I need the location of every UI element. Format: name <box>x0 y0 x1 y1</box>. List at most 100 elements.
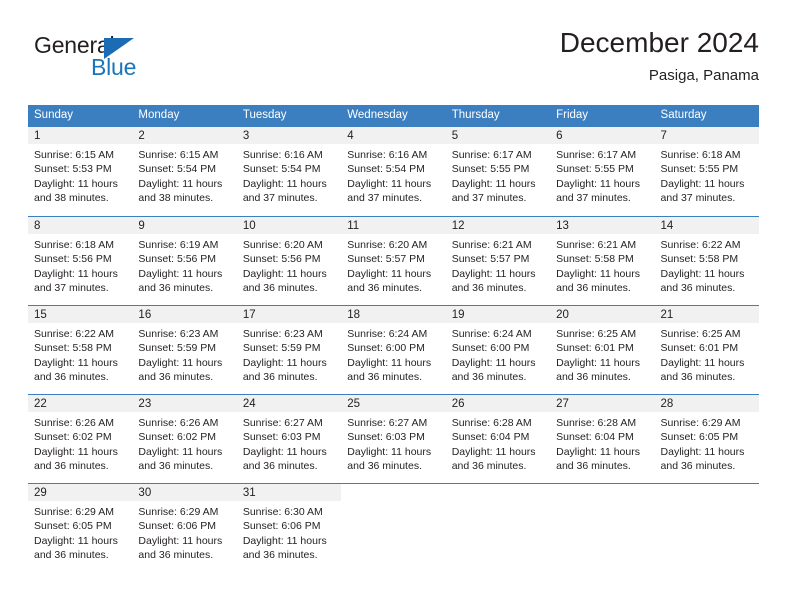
day-sunset-text: Sunset: 5:56 PM <box>138 253 217 266</box>
day-daylight-1-text: Daylight: 11 hours <box>34 177 118 190</box>
day-sunset-text: Sunset: 5:56 PM <box>34 253 112 266</box>
day-cell-2[interactable]: 2 Sunrise: 6:15 AM Sunset: 5:54 PM Daylight… <box>132 127 237 216</box>
day-number: 3 <box>236 127 342 144</box>
day-cell-29[interactable]: 29 Sunrise: 6:29 AM Sunset: 6:05 PM Dayligh… <box>28 484 133 572</box>
day-cell-13[interactable]: 13 Sunrise: 6:21 AM Sunset: 5:58 PM Dayligh… <box>550 217 655 305</box>
day-sun-info: Sunrise: 6:29 AM Sunset: 6:05 PM Daylight:… <box>28 501 132 563</box>
day-sunset-text: Sunset: 5:55 PM <box>660 163 739 176</box>
day-cell-26[interactable]: 26 Sunrise: 6:28 AM Sunset: 6:04 PM Dayligh… <box>445 395 551 483</box>
day-number: 7 <box>654 127 759 144</box>
day-sunrise-text: Sunrise: 6:19 AM <box>138 239 219 251</box>
day-sunrise-text: Sunrise: 6:21 AM <box>451 239 532 251</box>
day-sunset-text: Sunset: 5:57 PM <box>347 253 425 266</box>
weekday-header-saturday: Saturday <box>660 109 707 121</box>
day-cell-22[interactable]: 22 Sunrise: 6:26 AM Sunset: 6:02 PM Dayligh… <box>28 395 133 483</box>
day-daylight-1-text: Daylight: 11 hours <box>347 267 432 280</box>
weekday-header-monday: Monday <box>138 109 180 121</box>
day-daylight-2-text: and 37 minutes. <box>347 192 422 205</box>
day-sun-info: Sunrise: 6:26 AM Sunset: 6:02 PM Daylight:… <box>28 412 132 474</box>
day-cell-28[interactable]: 28 Sunrise: 6:29 AM Sunset: 6:05 PM Dayligh… <box>654 395 759 483</box>
day-daylight-2-text: and 36 minutes. <box>660 282 736 295</box>
day-daylight-1-text: Daylight: 11 hours <box>34 534 118 547</box>
day-cell-17[interactable]: 17 Sunrise: 6:23 AM Sunset: 5:59 PM Dayligh… <box>236 306 342 394</box>
day-daylight-1-text: Daylight: 11 hours <box>347 177 432 190</box>
day-number <box>341 484 445 501</box>
day-sunset-text: Sunset: 6:06 PM <box>138 520 217 533</box>
day-cell-25[interactable]: 25 Sunrise: 6:27 AM Sunset: 6:03 PM Dayligh… <box>341 395 446 483</box>
day-sun-info: Sunrise: 6:22 AM Sunset: 5:58 PM Daylight:… <box>28 323 132 385</box>
day-sunrise-text: Sunrise: 6:22 AM <box>660 239 741 251</box>
day-daylight-1-text: Daylight: 11 hours <box>242 177 327 190</box>
day-number <box>550 484 654 501</box>
day-sunset-text: Sunset: 5:58 PM <box>556 253 634 266</box>
day-daylight-1-text: Daylight: 11 hours <box>138 177 223 190</box>
day-number: 12 <box>445 217 551 234</box>
day-sunset-text: Sunset: 5:58 PM <box>660 253 739 266</box>
day-sunset-text: Sunset: 5:59 PM <box>242 342 321 355</box>
day-daylight-1-text: Daylight: 11 hours <box>138 356 223 369</box>
day-cell-19[interactable]: 19 Sunrise: 6:24 AM Sunset: 6:00 PM Dayligh… <box>445 306 551 394</box>
day-sun-info: Sunrise: 6:24 AM Sunset: 6:00 PM Daylight:… <box>341 323 445 385</box>
day-cell-15[interactable]: 15 Sunrise: 6:22 AM Sunset: 5:58 PM Dayligh… <box>28 306 133 394</box>
day-cell-31[interactable]: 31 Sunrise: 6:30 AM Sunset: 6:06 PM Dayligh… <box>236 484 342 572</box>
day-sunrise-text: Sunrise: 6:22 AM <box>34 328 114 340</box>
day-sunrise-text: Sunrise: 6:29 AM <box>138 506 219 518</box>
calendar-week-row: 8 Sunrise: 6:18 AM Sunset: 5:56 PM Daylight… <box>28 216 759 305</box>
calendar-week-row: 29 Sunrise: 6:29 AM Sunset: 6:05 PM Dayligh… <box>28 483 759 572</box>
day-sun-info: Sunrise: 6:16 AM Sunset: 5:54 PM Daylight:… <box>341 144 445 206</box>
day-sunrise-text: Sunrise: 6:16 AM <box>242 149 323 161</box>
day-cell-14[interactable]: 14 Sunrise: 6:22 AM Sunset: 5:58 PM Dayligh… <box>654 217 759 305</box>
day-number: 22 <box>28 395 133 412</box>
day-number: 31 <box>236 484 342 501</box>
day-sunset-text: Sunset: 6:05 PM <box>34 520 112 533</box>
day-daylight-2-text: and 36 minutes. <box>242 282 318 295</box>
day-cell-30[interactable]: 30 Sunrise: 6:29 AM Sunset: 6:06 PM Dayligh… <box>132 484 237 572</box>
day-cell-empty <box>550 484 654 572</box>
day-daylight-2-text: and 36 minutes. <box>347 282 422 295</box>
day-daylight-2-text: and 36 minutes. <box>556 371 631 384</box>
day-sunset-text: Sunset: 6:04 PM <box>556 431 634 444</box>
day-sunrise-text: Sunrise: 6:20 AM <box>242 239 323 251</box>
day-number: 15 <box>28 306 133 323</box>
day-cell-18[interactable]: 18 Sunrise: 6:24 AM Sunset: 6:00 PM Dayligh… <box>341 306 446 394</box>
day-daylight-2-text: and 36 minutes. <box>242 371 318 384</box>
day-daylight-2-text: and 37 minutes. <box>34 282 109 295</box>
day-cell-3[interactable]: 3 Sunrise: 6:16 AM Sunset: 5:54 PM Daylight… <box>236 127 342 216</box>
day-daylight-1-text: Daylight: 11 hours <box>242 356 327 369</box>
day-cell-6[interactable]: 6 Sunrise: 6:17 AM Sunset: 5:55 PM Daylight… <box>550 127 655 216</box>
day-cell-16[interactable]: 16 Sunrise: 6:23 AM Sunset: 5:59 PM Dayligh… <box>132 306 237 394</box>
day-daylight-2-text: and 36 minutes. <box>138 371 214 384</box>
day-sunset-text: Sunset: 6:02 PM <box>34 431 112 444</box>
day-daylight-2-text: and 36 minutes. <box>660 460 736 473</box>
day-cell-20[interactable]: 20 Sunrise: 6:25 AM Sunset: 6:01 PM Dayligh… <box>550 306 655 394</box>
day-cell-10[interactable]: 10 Sunrise: 6:20 AM Sunset: 5:56 PM Dayligh… <box>236 217 342 305</box>
day-daylight-1-text: Daylight: 11 hours <box>451 177 536 190</box>
day-daylight-2-text: and 38 minutes. <box>138 192 214 205</box>
day-number: 21 <box>654 306 759 323</box>
day-number: 9 <box>132 217 237 234</box>
day-cell-empty <box>446 484 550 572</box>
day-cell-11[interactable]: 11 Sunrise: 6:20 AM Sunset: 5:57 PM Dayligh… <box>341 217 446 305</box>
day-daylight-2-text: and 36 minutes. <box>242 549 318 562</box>
day-daylight-1-text: Daylight: 11 hours <box>347 356 432 369</box>
day-cell-23[interactable]: 23 Sunrise: 6:26 AM Sunset: 6:02 PM Dayligh… <box>132 395 237 483</box>
day-cell-5[interactable]: 5 Sunrise: 6:17 AM Sunset: 5:55 PM Daylight… <box>445 127 551 216</box>
day-cell-21[interactable]: 21 Sunrise: 6:25 AM Sunset: 6:01 PM Dayligh… <box>654 306 759 394</box>
day-sunrise-text: Sunrise: 6:21 AM <box>556 239 637 251</box>
weekday-header-row: Sunday Monday Tuesday Wednesday Thursday Frid… <box>28 105 759 127</box>
day-cell-12[interactable]: 12 Sunrise: 6:21 AM Sunset: 5:57 PM Dayligh… <box>445 217 551 305</box>
day-sunset-text: Sunset: 5:58 PM <box>34 342 112 355</box>
day-cell-1[interactable]: 1 Sunrise: 6:15 AM Sunset: 5:53 PM Daylight… <box>28 127 133 216</box>
general-blue-logo[interactable]: General Blue <box>34 32 214 90</box>
day-daylight-2-text: and 36 minutes. <box>34 371 109 384</box>
day-sun-info: Sunrise: 6:20 AM Sunset: 5:57 PM Daylight:… <box>341 234 445 296</box>
day-sunrise-text: Sunrise: 6:18 AM <box>34 239 114 251</box>
day-daylight-1-text: Daylight: 11 hours <box>138 267 223 280</box>
day-cell-27[interactable]: 27 Sunrise: 6:28 AM Sunset: 6:04 PM Dayligh… <box>550 395 655 483</box>
day-cell-8[interactable]: 8 Sunrise: 6:18 AM Sunset: 5:56 PM Daylight… <box>28 217 133 305</box>
day-cell-4[interactable]: 4 Sunrise: 6:16 AM Sunset: 5:54 PM Daylight… <box>341 127 446 216</box>
day-cell-24[interactable]: 24 Sunrise: 6:27 AM Sunset: 6:03 PM Dayligh… <box>236 395 342 483</box>
day-cell-7[interactable]: 7 Sunrise: 6:18 AM Sunset: 5:55 PM Daylight… <box>654 127 759 216</box>
day-daylight-2-text: and 36 minutes. <box>556 282 631 295</box>
day-cell-9[interactable]: 9 Sunrise: 6:19 AM Sunset: 5:56 PM Daylight… <box>132 217 237 305</box>
